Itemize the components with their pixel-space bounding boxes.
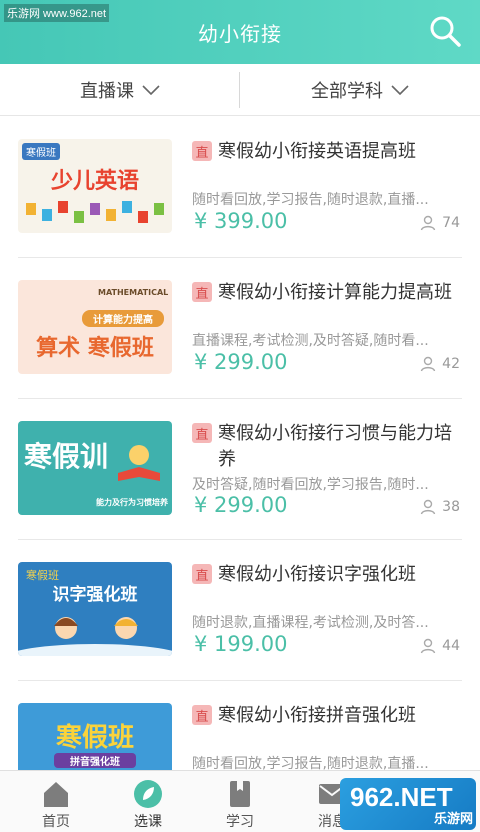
live-badge: 直 xyxy=(192,141,212,161)
live-badge: 直 xyxy=(192,423,212,443)
tab-courses-label: 选课 xyxy=(134,814,162,830)
enrollment-count-value: 44 xyxy=(442,638,460,654)
site-watermark-logo: 962.NET 乐游网 xyxy=(340,778,476,830)
thumbnail-title: 少儿英语 xyxy=(50,169,139,194)
enrollment-count-value: 38 xyxy=(442,499,460,515)
thumbnail-en: MATHEMATICAL xyxy=(98,288,169,297)
search-icon xyxy=(430,16,461,47)
subject-filter-label: 全部学科 xyxy=(311,81,383,102)
user-icon xyxy=(420,499,436,515)
course-thumbnail: MATHEMATICAL 计算能力提高 算术 寒假班 xyxy=(18,280,172,374)
live-badge: 直 xyxy=(192,564,212,584)
kids-art xyxy=(18,617,172,656)
site-logo-small: 乐游网 xyxy=(434,812,474,827)
course-item[interactable]: 寒假班 识字强化班 直 寒假幼小衔接识字强化班 随时退款,直播课程,考试检测,及… xyxy=(18,540,462,681)
course-type-filter[interactable]: 直播课 xyxy=(0,64,240,116)
thumbnail-title: 寒假班 xyxy=(55,723,134,753)
enrollment-count: 42 xyxy=(420,356,460,372)
book-icon xyxy=(230,781,250,807)
user-icon xyxy=(420,215,436,231)
course-title: 寒假幼小衔接识字强化班 xyxy=(218,564,416,585)
chevron-down-icon xyxy=(391,85,409,95)
thumbnail-subtitle: 拼音强化班 xyxy=(54,753,136,768)
thumbnail-subtitle: 能力及行为习惯培养 xyxy=(96,498,168,507)
thumbnail-title: 寒假训 xyxy=(24,440,109,473)
course-item[interactable]: MATHEMATICAL 计算能力提高 算术 寒假班 直 寒假幼小衔接计算能力提… xyxy=(18,258,462,399)
leaf-icon xyxy=(134,780,162,808)
course-price: ¥ 199.00 xyxy=(194,632,288,656)
book-art xyxy=(118,445,160,481)
course-features: 随时退款,直播课程,考试检测,及时答... xyxy=(192,615,429,631)
course-type-filter-label: 直播课 xyxy=(80,81,134,102)
course-item[interactable]: 寒假班 少儿英语 直 寒假幼小衔接英语提高班 随时看回放,学习报告,随时退款,直… xyxy=(18,117,462,258)
thumbnail-subtitle: 计算能力提高 xyxy=(82,310,164,327)
live-badge: 直 xyxy=(192,282,212,302)
course-title: 寒假幼小衔接行习惯与能力培养 xyxy=(218,423,452,470)
course-price: ¥ 299.00 xyxy=(194,350,288,374)
enrollment-count-value: 74 xyxy=(442,215,460,231)
course-thumbnail: 寒假班 识字强化班 xyxy=(18,562,172,656)
live-badge: 直 xyxy=(192,705,212,725)
tab-home[interactable]: 首页 xyxy=(8,771,104,832)
tab-study[interactable]: 学习 xyxy=(192,771,288,832)
thumbnail-tag: 寒假班 xyxy=(22,143,60,160)
course-list: 寒假班 少儿英语 直 寒假幼小衔接英语提高班 随时看回放,学习报告,随时退款,直… xyxy=(0,117,480,822)
search-button[interactable] xyxy=(428,14,462,48)
course-title: 寒假幼小衔接英语提高班 xyxy=(218,141,416,162)
course-thumbnail: 寒假训 能力及行为习惯培养 xyxy=(18,421,172,515)
course-features: 随时看回放,学习报告,随时退款,直播... xyxy=(192,192,429,208)
tab-study-label: 学习 xyxy=(226,814,254,830)
tab-home-label: 首页 xyxy=(42,814,70,830)
app-header: 乐游网 www.962.net 幼小衔接 xyxy=(0,0,480,64)
course-price: ¥ 299.00 xyxy=(194,493,288,517)
thumbnail-art xyxy=(26,201,164,223)
course-title: 寒假幼小衔接拼音强化班 xyxy=(218,705,416,726)
filter-bar: 直播课 全部学科 xyxy=(0,64,480,116)
course-item[interactable]: 寒假训 能力及行为习惯培养 直 寒假幼小衔接行习惯与能力培养 及时答疑,随时看回… xyxy=(18,399,462,540)
page-title: 幼小衔接 xyxy=(198,22,282,46)
course-price: ¥ 399.00 xyxy=(194,209,288,233)
thumbnail-title: 算术 寒假班 xyxy=(36,336,154,361)
course-thumbnail: 寒假班 少儿英语 xyxy=(18,139,172,233)
tab-courses[interactable]: 选课 xyxy=(100,771,196,832)
user-icon xyxy=(420,356,436,372)
enrollment-count: 38 xyxy=(420,499,460,515)
course-features: 直播课程,考试检测,及时答疑,随时看... xyxy=(192,333,429,349)
enrollment-count: 74 xyxy=(420,215,460,231)
course-features: 及时答疑,随时看回放,学习报告,随时... xyxy=(192,477,429,493)
home-icon xyxy=(44,782,68,807)
user-icon xyxy=(420,638,436,654)
chevron-down-icon xyxy=(142,85,160,95)
thumbnail-title: 识字强化班 xyxy=(52,585,138,605)
course-title: 寒假幼小衔接计算能力提高班 xyxy=(218,282,452,303)
subject-filter[interactable]: 全部学科 xyxy=(240,64,480,116)
enrollment-count-value: 42 xyxy=(442,356,460,372)
enrollment-count: 44 xyxy=(420,638,460,654)
